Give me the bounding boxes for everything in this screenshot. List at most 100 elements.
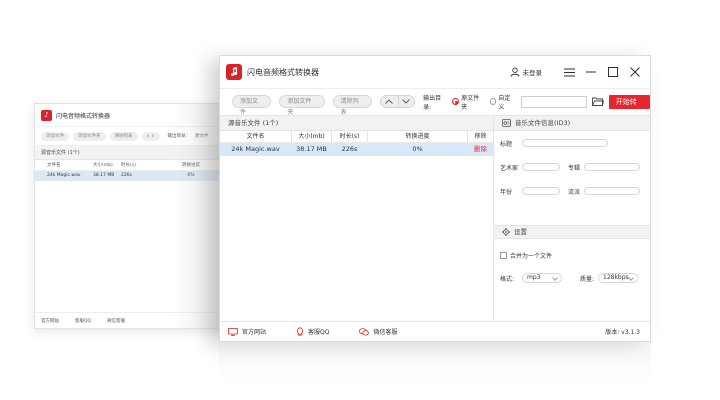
format-label: 格式: bbox=[500, 275, 515, 283]
close-button[interactable] bbox=[626, 63, 644, 81]
monitor-icon bbox=[228, 327, 238, 336]
browse-folder-button[interactable] bbox=[591, 96, 605, 108]
move-up-button[interactable] bbox=[381, 96, 398, 107]
album-label: 专辑 bbox=[568, 164, 581, 172]
ghost-arrows: ∧ ∨ bbox=[141, 131, 160, 141]
year-input[interactable] bbox=[522, 187, 560, 195]
add-folder-button[interactable]: 添加文件夹 bbox=[279, 95, 325, 116]
ghost-add-folder-button: 添加文件夹 bbox=[73, 131, 106, 141]
reorder-buttons bbox=[379, 95, 416, 108]
col-filename: 文件名 bbox=[220, 131, 292, 142]
output-path-input[interactable] bbox=[520, 95, 588, 108]
ghost-title: 闪电音频格式转换器 bbox=[56, 112, 111, 120]
row-progress: 0% bbox=[368, 143, 468, 156]
footer: 官方网站 客服QQ 微信客服 版本: v3.1.3 bbox=[220, 321, 650, 341]
app-title: 闪电音频格式转换器 bbox=[247, 67, 319, 77]
qq-label: 客服QQ bbox=[308, 329, 330, 336]
row-filename: 24k Magic.wav bbox=[220, 143, 292, 156]
album-input[interactable] bbox=[584, 163, 640, 171]
radio-custom-dot[interactable] bbox=[489, 98, 497, 105]
col-remove: 移除 bbox=[474, 133, 487, 140]
ghost-col-name: 文件名 bbox=[47, 163, 61, 168]
website-link[interactable]: 官方网站 bbox=[228, 327, 266, 336]
ghost-row-dur: 226s bbox=[121, 173, 132, 178]
id3-header-label: 音乐文件信息(ID3) bbox=[515, 118, 571, 127]
clear-list-button[interactable]: 清除列表 bbox=[332, 95, 372, 116]
format-select[interactable]: mp3 bbox=[522, 273, 562, 283]
merge-label: 合并为一个文件 bbox=[510, 252, 553, 260]
merge-checkbox-row[interactable]: 合并为一个文件 bbox=[494, 244, 650, 266]
ghost-row-name: 24k Magic.wav bbox=[47, 173, 81, 178]
ghost-app-logo-icon: ♪ bbox=[41, 109, 52, 121]
col-size: 大小(mb) bbox=[292, 131, 332, 142]
table-row[interactable]: 24k Magic.wav 38.17 MB 226s 0% 删除 bbox=[220, 143, 493, 156]
id3-title-row: 标题 bbox=[494, 131, 650, 155]
id3-info-icon bbox=[502, 119, 511, 127]
row-size: 38.17 MB bbox=[292, 143, 332, 156]
radio-custom-folder[interactable]: 自定义 bbox=[489, 93, 516, 111]
title-label: 标题 bbox=[500, 140, 513, 148]
minimize-button[interactable] bbox=[582, 63, 600, 81]
artist-input[interactable] bbox=[522, 163, 560, 171]
login-button[interactable]: 未登录 bbox=[510, 67, 543, 77]
table-header: 文件名 大小(mb) 时长(s) 转换进度 移除 bbox=[220, 131, 493, 143]
row-remove: 删除 bbox=[468, 143, 493, 156]
genre-label: 流派 bbox=[568, 188, 581, 196]
artist-label: 艺术家 bbox=[500, 164, 519, 172]
background-window: ♪ 闪电音频格式转换器 添加文件 添加文件夹 清除列表 ∧ ∨ 输出目录: 原文… bbox=[34, 103, 234, 329]
id3-artist-row: 艺术家 专辑 bbox=[494, 155, 650, 179]
file-list-header: 源音乐文件 (1个) bbox=[220, 116, 493, 131]
year-label: 年份 bbox=[500, 188, 513, 196]
menu-icon bbox=[563, 68, 575, 76]
merge-checkbox[interactable] bbox=[500, 251, 507, 259]
ghost-website-link: 官方网站 bbox=[41, 318, 59, 324]
wechat-label: 微信客服 bbox=[373, 329, 398, 336]
menu-button[interactable] bbox=[560, 63, 578, 81]
delete-link[interactable]: 删除 bbox=[474, 145, 487, 153]
main-window: 闪电音频格式转换器 未登录 添加文件 添加文件夹 清除列表 输出目录: 原文件夹… bbox=[219, 55, 651, 342]
id3-header: 音乐文件信息(ID3) bbox=[494, 116, 650, 131]
login-label: 未登录 bbox=[522, 69, 543, 77]
radio-custom-label: 自定义 bbox=[498, 94, 511, 111]
qq-icon bbox=[297, 327, 304, 336]
move-down-button[interactable] bbox=[397, 96, 415, 107]
row-duration: 226s bbox=[332, 143, 368, 156]
titlebar-controls: 未登录 bbox=[510, 56, 645, 88]
add-file-button[interactable]: 添加文件 bbox=[232, 95, 272, 116]
wechat-icon bbox=[359, 327, 370, 336]
settings-header: 设置 bbox=[494, 225, 650, 239]
title-input[interactable] bbox=[522, 139, 608, 147]
radio-source-dot[interactable] bbox=[452, 98, 460, 105]
ghost-col-dur: 时长(s) bbox=[121, 163, 136, 168]
chevron-up-icon bbox=[385, 99, 394, 104]
radio-source-folder[interactable]: 原文件夹 bbox=[452, 93, 484, 111]
main-content: 源音乐文件 (1个) 文件名 大小(mb) 时长(s) 转换进度 移除 24k … bbox=[220, 115, 650, 321]
ghost-wechat-link: 微信客服 bbox=[107, 318, 126, 324]
maximize-button[interactable] bbox=[604, 63, 622, 81]
ghost-row-size: 38.17 MB bbox=[93, 173, 115, 178]
side-panel: 音乐文件信息(ID3) 标题 艺术家 专辑 年份 流派 设置 合并为一个文件 格… bbox=[494, 115, 650, 321]
quality-select[interactable]: 128kbps bbox=[598, 273, 638, 283]
gear-icon bbox=[502, 228, 510, 236]
window-reflection bbox=[219, 342, 651, 382]
file-list-panel: 源音乐文件 (1个) 文件名 大小(mb) 时长(s) 转换进度 移除 24k … bbox=[220, 115, 494, 321]
start-convert-button[interactable]: 开始转换 bbox=[608, 94, 650, 120]
settings-header-label: 设置 bbox=[514, 227, 527, 236]
col-duration: 时长(s) bbox=[332, 131, 368, 142]
version-label: 版本: v3.1.3 bbox=[605, 329, 640, 336]
ghost-col-size: 大小(mb) bbox=[93, 163, 113, 168]
format-quality-row: 格式: mp3 质量: 128kbps bbox=[494, 266, 650, 290]
user-icon bbox=[510, 67, 519, 77]
radio-source-label: 原文件夹 bbox=[461, 94, 480, 111]
maximize-icon bbox=[608, 67, 618, 77]
quality-label: 质量: bbox=[580, 275, 595, 283]
wechat-link[interactable]: 微信客服 bbox=[359, 327, 397, 336]
titlebar: 闪电音频格式转换器 未登录 bbox=[220, 56, 650, 88]
folder-icon bbox=[591, 97, 604, 106]
genre-input[interactable] bbox=[584, 187, 640, 195]
qq-link[interactable]: 客服QQ bbox=[296, 327, 329, 336]
ghost-add-file-button: 添加文件 bbox=[41, 131, 69, 141]
close-icon bbox=[630, 67, 640, 77]
app-logo-icon bbox=[226, 64, 242, 80]
chevron-down-icon bbox=[402, 99, 411, 104]
